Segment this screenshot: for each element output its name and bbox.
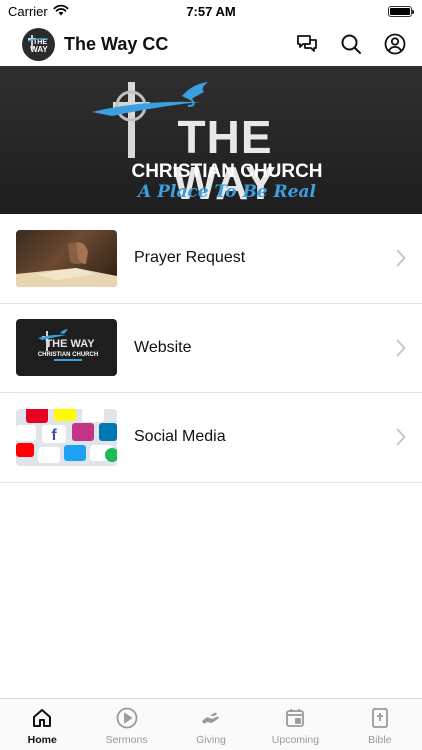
bottom-tab-bar: Home Sermons Giving Upcoming Bible — [0, 698, 422, 750]
church-banner[interactable]: THE WAY CHRISTIAN CHURCH A Place To Be R… — [0, 66, 422, 214]
tab-bible[interactable]: Bible — [338, 699, 422, 750]
battery-fill — [390, 7, 410, 15]
svg-text:f: f — [51, 427, 57, 444]
chevron-right-icon — [396, 249, 406, 267]
tab-home[interactable]: Home — [0, 699, 84, 750]
svg-text:WAY: WAY — [30, 45, 48, 54]
tab-label: Bible — [368, 734, 392, 746]
chat-icon — [297, 35, 317, 52]
tab-giving[interactable]: Giving — [169, 699, 253, 750]
status-bar: Carrier 7:57 AM — [0, 0, 422, 22]
list-item-label: Prayer Request — [134, 249, 246, 267]
carrier-label: Carrier — [8, 3, 48, 19]
profile-icon — [384, 33, 406, 55]
profile-button[interactable] — [382, 31, 408, 57]
svg-text:CHRISTIAN CHURCH: CHRISTIAN CHURCH — [38, 352, 98, 358]
bible-icon — [369, 707, 391, 729]
calendar-icon — [284, 707, 306, 729]
list-item-website[interactable]: THE WAY CHRISTIAN CHURCH Website — [0, 304, 422, 393]
list-item-social-media[interactable]: f Social Media — [0, 393, 422, 483]
praying-hands-image — [16, 229, 117, 287]
church-logo-icon: THE WAY — [22, 27, 55, 61]
tab-label: Giving — [196, 734, 226, 746]
tab-label: Home — [27, 734, 57, 746]
header-actions — [294, 31, 408, 57]
tab-label: Upcoming — [271, 734, 320, 746]
tab-label: Sermons — [105, 734, 148, 746]
giving-hand-icon — [200, 707, 222, 729]
tab-upcoming[interactable]: Upcoming — [253, 699, 337, 750]
svg-text:THE WAY: THE WAY — [45, 338, 95, 350]
the-way-logo-image: THE WAY CHRISTIAN CHURCH — [16, 319, 117, 377]
list-item-label: Website — [134, 338, 192, 356]
tab-sermons[interactable]: Sermons — [84, 699, 168, 750]
status-left: Carrier — [8, 4, 69, 19]
search-icon — [341, 34, 361, 54]
list-item-label: Social Media — [134, 428, 226, 446]
banner-subtitle: CHRISTIAN CHURCH — [131, 161, 323, 182]
battery-icon — [388, 5, 414, 17]
banner-tagline: A Place To Be Real — [138, 182, 316, 202]
app-header: THE WAY The Way CC — [0, 22, 422, 66]
chevron-right-icon — [396, 339, 406, 357]
chevron-right-icon — [396, 428, 406, 446]
home-icon — [31, 707, 53, 729]
social-media-keyboard-image: f — [16, 408, 117, 466]
menu-list: Prayer Request THE WAY CHRISTIAN CHURCH … — [0, 214, 422, 483]
chat-button[interactable] — [294, 31, 320, 57]
play-circle-icon — [116, 707, 138, 729]
wifi-icon — [53, 4, 69, 19]
list-item-prayer-request[interactable]: Prayer Request — [0, 214, 422, 304]
app-title: The Way CC — [64, 33, 169, 54]
search-button[interactable] — [338, 31, 364, 57]
